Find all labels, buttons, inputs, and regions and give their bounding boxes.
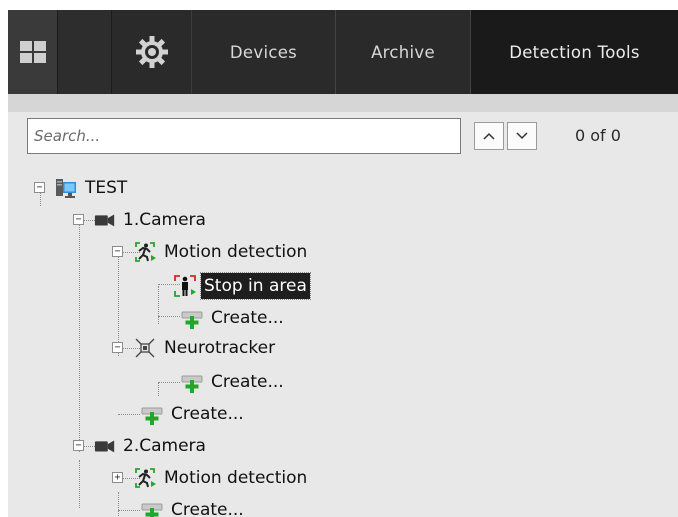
- tree-node-label: Create...: [211, 372, 284, 392]
- tree-node-label: Motion detection: [164, 468, 308, 488]
- expander-neurotracker[interactable]: −: [112, 342, 123, 353]
- expander-camera-2[interactable]: −: [73, 440, 84, 451]
- tree-node-test[interactable]: TEST: [54, 174, 130, 202]
- expander-camera-1[interactable]: −: [73, 214, 84, 225]
- gear-icon: [135, 36, 168, 68]
- expander-motion-detection-2[interactable]: +: [112, 472, 123, 483]
- motion-detection-icon: [135, 242, 156, 262]
- grid-layout-icon: [19, 41, 46, 63]
- layout-grid-button[interactable]: [8, 10, 58, 94]
- camera-icon: [94, 440, 115, 453]
- tree-node-motion-detection-1[interactable]: Motion detection: [133, 238, 310, 266]
- tree-node-create-camera-1[interactable]: Create...: [140, 400, 247, 428]
- tree-node-create-motion[interactable]: Create...: [180, 304, 287, 332]
- motion-detection-icon: [135, 468, 156, 488]
- tab-devices[interactable]: Devices: [192, 10, 336, 94]
- toolbar-spacer: [58, 10, 112, 94]
- tree-node-label: Motion detection: [164, 242, 308, 262]
- tree-node-neurotracker[interactable]: Neurotracker: [133, 334, 278, 362]
- tree-node-label: 2.Camera: [123, 436, 206, 456]
- create-plus-icon: [181, 375, 203, 393]
- neurotracker-icon: [135, 338, 155, 358]
- tree-node-label: Create...: [211, 308, 284, 328]
- detection-tools-panel: 0 of 0 − − − − − +: [8, 94, 678, 517]
- tree-node-camera-1[interactable]: 1.Camera: [94, 206, 209, 234]
- stop-in-area-icon: [174, 275, 196, 297]
- tree-node-create-neurotracker[interactable]: Create...: [180, 368, 287, 396]
- tree-node-stop-in-area[interactable]: Stop in area: [173, 272, 311, 300]
- tree-node-label: 1.Camera: [123, 210, 206, 230]
- settings-button[interactable]: [112, 10, 192, 94]
- tree-node-label: Create...: [171, 500, 244, 517]
- expander-motion-detection-1[interactable]: −: [112, 246, 123, 257]
- tab-archive[interactable]: Archive: [336, 10, 471, 94]
- create-plus-icon: [181, 311, 203, 329]
- tree-node-motion-detection-2[interactable]: Motion detection: [133, 464, 310, 492]
- device-tree: − − − − − + TEST 1.Camera Motion detecti…: [8, 112, 678, 517]
- create-plus-icon: [141, 503, 163, 517]
- tree-node-create-camera-2[interactable]: Create...: [140, 496, 247, 517]
- tree-node-camera-2[interactable]: 2.Camera: [94, 432, 209, 460]
- server-icon: [56, 179, 76, 198]
- top-toolbar: Devices Archive Detection Tools: [8, 10, 678, 94]
- create-plus-icon: [141, 407, 163, 425]
- tab-detection-tools[interactable]: Detection Tools: [471, 10, 678, 94]
- camera-icon: [94, 214, 115, 227]
- tree-node-label: Stop in area: [200, 272, 311, 300]
- tree-node-label: Create...: [171, 404, 244, 424]
- tree-node-label: TEST: [85, 178, 128, 198]
- tree-node-label: Neurotracker: [164, 338, 276, 358]
- expander-test[interactable]: −: [34, 182, 45, 193]
